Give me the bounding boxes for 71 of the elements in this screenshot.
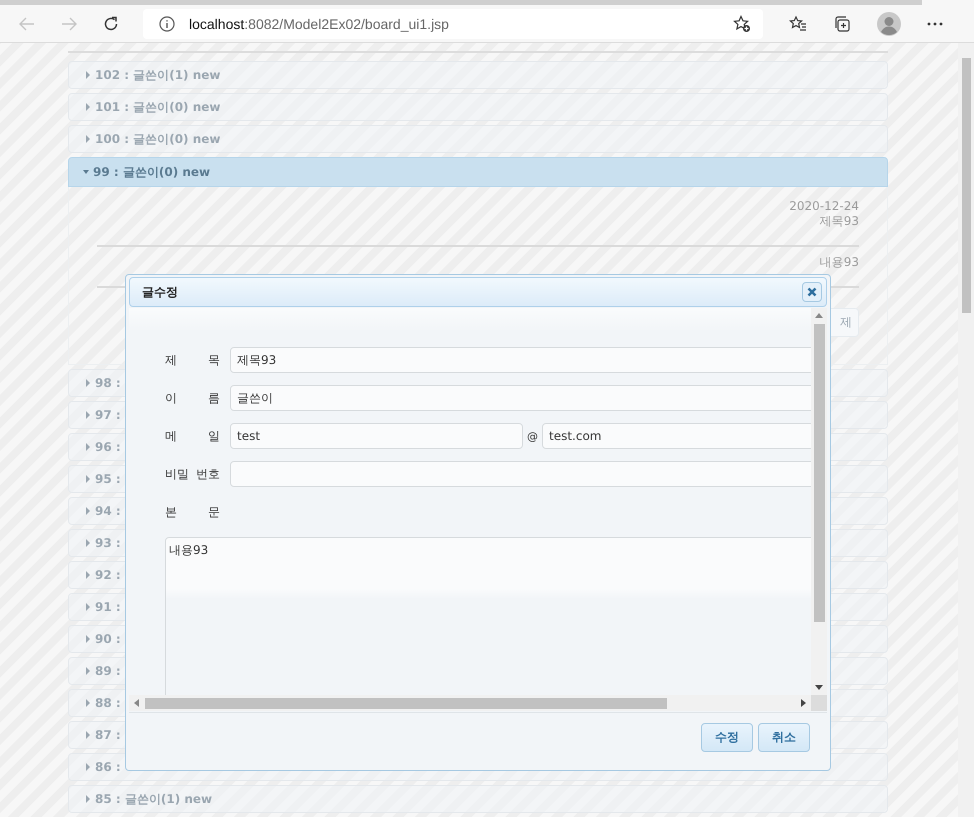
post-title[interactable]: 89 : <box>95 664 121 678</box>
caret-icon[interactable] <box>85 379 91 387</box>
post-title[interactable]: 102 : 글쓴이(1) new <box>95 66 220 84</box>
caret-icon[interactable] <box>85 475 91 483</box>
scroll-up-icon[interactable] <box>815 313 823 318</box>
field-label: 본 문 <box>165 504 220 520</box>
post-title[interactable]: 101 : 글쓴이(0) new <box>95 98 220 116</box>
caret-icon[interactable] <box>85 667 91 675</box>
caret-icon[interactable] <box>85 699 91 707</box>
scroll-left-icon[interactable] <box>134 699 139 707</box>
dialog-button[interactable]: 수정 <box>701 723 753 752</box>
url-text: localhost:8082/Model2Ex02/board_ui1.jsp <box>189 16 449 32</box>
post-title[interactable]: 86 : <box>95 760 121 774</box>
post-title[interactable]: 98 : <box>95 376 121 390</box>
post-title[interactable]: 93 : <box>95 536 121 550</box>
caret-icon[interactable] <box>85 571 91 579</box>
post-title[interactable]: 87 : <box>95 728 121 742</box>
post-title[interactable]: 94 : <box>95 504 121 518</box>
add-favorite-icon[interactable] <box>733 14 751 32</box>
post-title[interactable]: 92 : <box>95 568 121 582</box>
password-field[interactable] <box>230 461 811 487</box>
post-date: 2020-12-24 <box>789 199 859 214</box>
post-title[interactable]: 100 : 글쓴이(0) new <box>95 130 220 148</box>
caret-icon[interactable] <box>85 763 91 771</box>
post-title[interactable]: 99 : 글쓴이(0) new <box>93 164 210 180</box>
address-bar[interactable]: localhost:8082/Model2Ex02/board_ui1.jsp <box>143 8 763 38</box>
email-domain-field[interactable]: test.com <box>542 423 811 449</box>
dialog-title: 글수정 <box>142 284 178 300</box>
field-label: 비밀 번호 <box>165 466 220 482</box>
close-icon <box>807 287 817 297</box>
caret-icon[interactable] <box>83 168 89 176</box>
email-id-field[interactable]: test <box>230 423 523 449</box>
favorites-icon[interactable] <box>789 14 807 32</box>
post-title[interactable]: 88 : <box>95 696 121 710</box>
post-subject: 제목93 <box>820 214 859 229</box>
field-label: 제 목 <box>165 352 220 368</box>
close-button[interactable] <box>802 282 822 302</box>
scroll-right-icon[interactable] <box>801 699 806 707</box>
collections-icon[interactable] <box>833 14 851 32</box>
caret-icon[interactable] <box>85 635 91 643</box>
field-label: 메 일 <box>165 428 220 444</box>
page-scrollbar[interactable] <box>958 43 974 817</box>
post-title[interactable]: 90 : <box>95 632 121 646</box>
post-title[interactable]: 91 : <box>95 600 121 614</box>
info-icon[interactable] <box>159 16 175 32</box>
caret-icon[interactable] <box>85 603 91 611</box>
post-title[interactable]: 97 : <box>95 408 121 422</box>
field-label: 이 름 <box>165 390 220 406</box>
vertical-scrollbar[interactable] <box>811 308 827 695</box>
dialog-button[interactable]: 취소 <box>758 723 810 752</box>
input-field[interactable]: 제목93 <box>230 347 811 373</box>
post-title[interactable]: 85 : 글쓴이(1) new <box>95 790 212 808</box>
profile-avatar[interactable] <box>877 12 901 36</box>
horizontal-scrollbar[interactable] <box>129 695 811 711</box>
caret-icon[interactable] <box>85 795 91 803</box>
caret-icon[interactable] <box>85 411 91 419</box>
at-sign: @ <box>527 430 538 442</box>
caret-icon[interactable] <box>85 103 91 111</box>
caret-icon[interactable] <box>85 443 91 451</box>
post-content: 내용93 <box>820 255 859 270</box>
body-textarea[interactable]: 내용93 <box>165 537 811 695</box>
input-field[interactable]: 글쓴이 <box>230 385 811 411</box>
post-title[interactable]: 95 : <box>95 472 121 486</box>
caret-icon[interactable] <box>85 507 91 515</box>
reload-icon[interactable] <box>103 16 119 32</box>
caret-icon[interactable] <box>85 539 91 547</box>
more-icon[interactable] <box>927 22 943 26</box>
caret-icon[interactable] <box>85 71 91 79</box>
post-title[interactable]: 96 : <box>95 440 121 454</box>
caret-icon[interactable] <box>85 135 91 143</box>
caret-icon[interactable] <box>85 731 91 739</box>
